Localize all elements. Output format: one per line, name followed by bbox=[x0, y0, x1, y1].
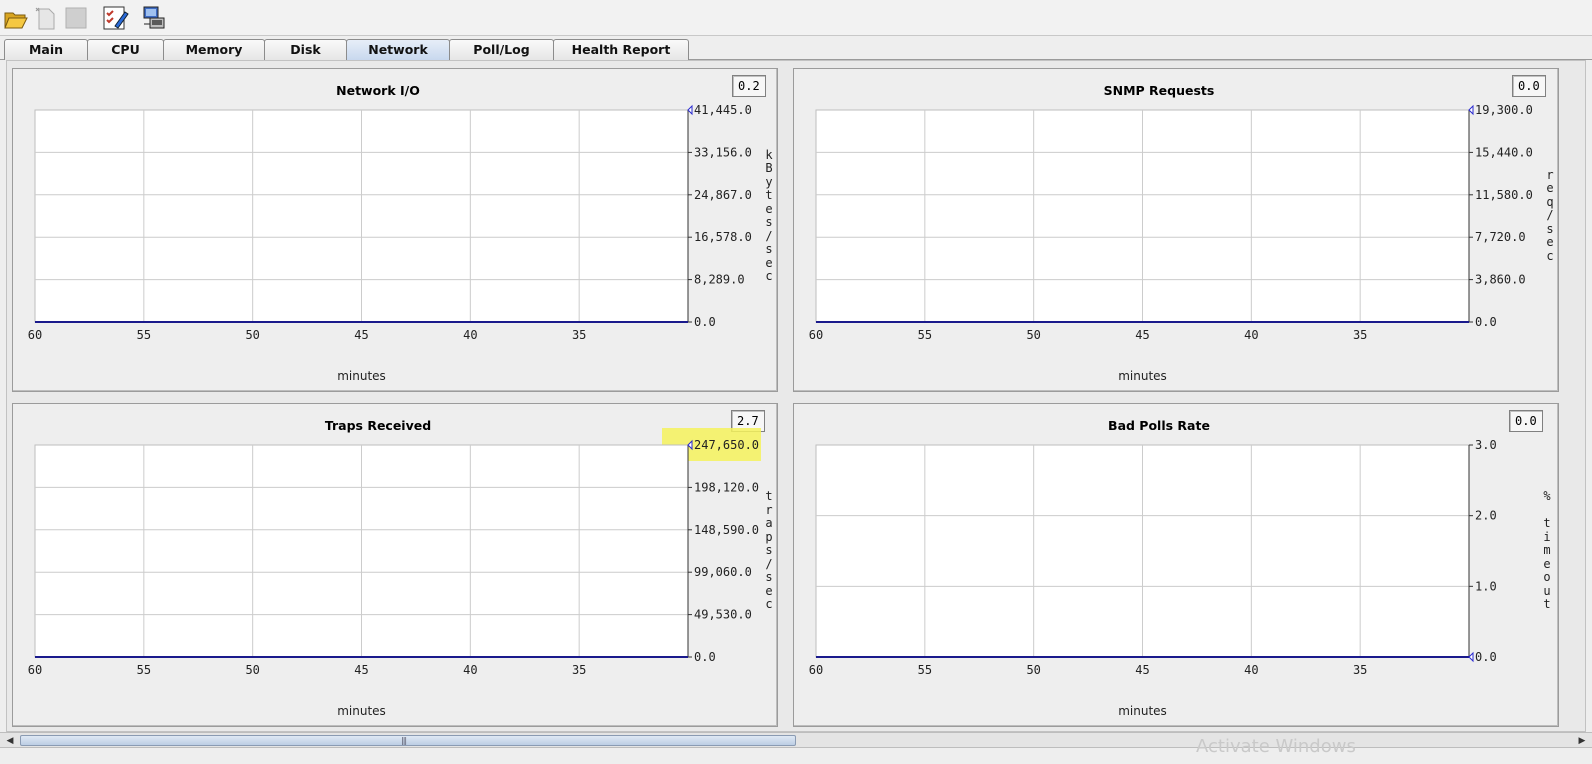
y-tick-label: 0.0 bbox=[1475, 315, 1497, 329]
scrollbar-thumb[interactable]: ||| bbox=[20, 735, 796, 746]
tab-memory[interactable]: Memory bbox=[163, 39, 265, 60]
y-tick-label: 15,440.0 bbox=[1475, 145, 1533, 159]
x-tick-label: 60 bbox=[809, 663, 823, 677]
y-tick-label: 247,650.0 bbox=[694, 438, 759, 452]
disabled-document-button[interactable] bbox=[62, 4, 90, 32]
x-tick-label: 45 bbox=[1135, 663, 1149, 677]
tab-disk[interactable]: Disk bbox=[264, 39, 347, 60]
x-tick-label: 45 bbox=[354, 663, 368, 677]
x-axis-label: minutes bbox=[1118, 704, 1167, 718]
y-tick-label: 16,578.0 bbox=[694, 230, 752, 244]
tab-network[interactable]: Network bbox=[346, 39, 450, 60]
x-tick-label: 60 bbox=[28, 328, 42, 342]
y-tick-label: 11,580.0 bbox=[1475, 188, 1533, 202]
x-tick-label: 35 bbox=[1353, 328, 1367, 342]
y-tick-label: 148,590.0 bbox=[694, 523, 759, 537]
network-io-panel: Network I/O 0.2 k By t e s / s e c 60 55 50 45 40 35 0… bbox=[12, 68, 778, 392]
x-tick-label: 35 bbox=[572, 663, 586, 677]
open-folder-button[interactable] bbox=[2, 4, 30, 32]
x-axis-label: minutes bbox=[337, 704, 386, 718]
checklist-edit-icon bbox=[103, 6, 129, 30]
snmp-requests-panel: SNMP Requests 0.0 r e q / s e c 60 55 50 45 40 35 0.… bbox=[793, 68, 1559, 392]
x-tick-label: 35 bbox=[1353, 663, 1367, 677]
x-tick-label: 60 bbox=[28, 663, 42, 677]
traps-received-chart: 60 55 50 45 40 35 0.0 49,530.0 99,060.0 148,590.0… bbox=[28, 438, 759, 718]
x-tick-label: 50 bbox=[1026, 663, 1040, 677]
network-io-chart: 60 55 50 45 40 35 0.0 8,289.0 16,578.0 24,867.0 33… bbox=[28, 103, 752, 383]
new-document-icon bbox=[35, 7, 55, 30]
y-tick-label: 198,120.0 bbox=[694, 480, 759, 494]
scroll-right-arrow-icon[interactable]: ▶ bbox=[1574, 733, 1590, 748]
y-tick-label: 0.0 bbox=[694, 315, 716, 329]
scale-marker bbox=[1468, 651, 1474, 663]
toolbar bbox=[0, 0, 1592, 36]
checklist-edit-button[interactable] bbox=[101, 4, 129, 32]
y-tick-label: 41,445.0 bbox=[694, 103, 752, 117]
x-tick-label: 55 bbox=[137, 663, 151, 677]
x-tick-label: 60 bbox=[809, 328, 823, 342]
x-tick-label: 45 bbox=[354, 328, 368, 342]
y-tick-label: 7,720.0 bbox=[1475, 230, 1526, 244]
y-tick-label: 1.0 bbox=[1475, 579, 1497, 593]
x-tick-label: 40 bbox=[463, 663, 477, 677]
traps-received-panel: Traps Received 2.7 t r a p s / s e c 60 55 50 45 40 3… bbox=[12, 403, 778, 727]
y-tick-label: 99,060.0 bbox=[694, 565, 752, 579]
x-tick-label: 55 bbox=[137, 328, 151, 342]
open-folder-icon bbox=[4, 12, 28, 29]
x-tick-label: 45 bbox=[1135, 328, 1149, 342]
x-tick-label: 55 bbox=[918, 328, 932, 342]
x-tick-label: 40 bbox=[1244, 328, 1258, 342]
x-tick-label: 40 bbox=[1244, 663, 1258, 677]
x-axis-label: minutes bbox=[337, 369, 386, 383]
y-tick-label: 24,867.0 bbox=[694, 188, 752, 202]
tab-main[interactable]: Main bbox=[4, 39, 88, 60]
y-tick-label: 3.0 bbox=[1475, 438, 1497, 452]
y-tick-label: 19,300.0 bbox=[1475, 103, 1533, 117]
x-tick-label: 55 bbox=[918, 663, 932, 677]
x-tick-label: 50 bbox=[245, 663, 259, 677]
snmp-requests-chart: 60 55 50 45 40 35 0.0 3,860.0 7,720.0 11,580.0 15,… bbox=[809, 103, 1533, 383]
tab-health-report[interactable]: Health Report bbox=[553, 39, 689, 60]
tab-strip: Main CPU Memory Disk Network Poll/Log He… bbox=[0, 38, 1592, 60]
scrollbar-grip-icon: ||| bbox=[401, 736, 407, 745]
network-computer-icon bbox=[143, 6, 165, 29]
bad-polls-rate-chart: 60 55 50 45 40 35 0.0 1.0 2.0 3.0 minutes bbox=[809, 438, 1497, 718]
y-tick-label: 33,156.0 bbox=[694, 145, 752, 159]
y-tick-label: 0.0 bbox=[1475, 650, 1497, 664]
activate-windows-watermark: Activate Windows bbox=[1196, 736, 1356, 757]
x-tick-label: 50 bbox=[245, 328, 259, 342]
scroll-left-arrow-icon[interactable]: ◀ bbox=[2, 733, 18, 748]
scale-marker bbox=[687, 439, 693, 451]
x-axis-label: minutes bbox=[1118, 369, 1167, 383]
network-computer-button[interactable] bbox=[140, 4, 168, 32]
y-tick-label: 2.0 bbox=[1475, 509, 1497, 523]
bad-polls-rate-panel: Bad Polls Rate 0.0 % timeout 60 55 50 45 40 3… bbox=[793, 403, 1559, 727]
tab-poll-log[interactable]: Poll/Log bbox=[449, 39, 554, 60]
scale-marker bbox=[687, 104, 693, 116]
x-tick-label: 40 bbox=[463, 328, 477, 342]
y-tick-label: 3,860.0 bbox=[1475, 273, 1526, 287]
y-tick-label: 0.0 bbox=[694, 650, 716, 664]
x-tick-label: 50 bbox=[1026, 328, 1040, 342]
x-tick-label: 35 bbox=[572, 328, 586, 342]
y-tick-label: 49,530.0 bbox=[694, 608, 752, 622]
scale-marker bbox=[1468, 104, 1474, 116]
disabled-document-icon bbox=[65, 7, 87, 29]
tab-cpu[interactable]: CPU bbox=[87, 39, 164, 60]
new-document-button[interactable] bbox=[32, 4, 60, 32]
y-tick-label: 8,289.0 bbox=[694, 273, 745, 287]
